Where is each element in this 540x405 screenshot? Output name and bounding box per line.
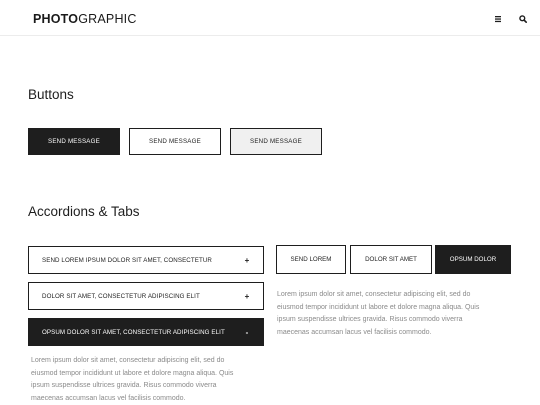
accordion-text-line: ipsum suspendisse ultrices gravida. Risu… — [31, 382, 217, 389]
buttons-section-title: Buttons — [28, 87, 74, 102]
tab-send-lorem[interactable]: SEND LOREM — [276, 245, 346, 274]
accordion-item-2-label: DOLOR SIT AMET, CONSECTETUR ADIPISCING E… — [42, 292, 200, 300]
accordion-item-1[interactable]: SEND LOREM IPSUM DOLOR SIT AMET, CONSECT… — [28, 246, 264, 274]
accordions-section-title: Accordions & Tabs — [28, 204, 140, 219]
tab-text-line: ipsum suspendisse ultrices gravida. Risu… — [277, 316, 463, 323]
hamburger-icon[interactable] — [492, 12, 504, 24]
send-message-button-dark[interactable]: SEND MESSAGE — [28, 128, 120, 155]
logo-light-text: GRAPHIC — [78, 12, 137, 26]
site-logo[interactable]: PHOTOGRAPHIC — [33, 12, 137, 26]
tab-text-line: Lorem ipsum dolor sit amet, consectetur … — [277, 291, 471, 298]
tab-text-line: eiusmod tempor incididunt ut labore et d… — [277, 303, 480, 311]
send-message-button-light[interactable]: SEND MESSAGE — [230, 128, 322, 155]
accordion-text-line: eiusmod tempor incididunt ut labore et d… — [31, 369, 234, 377]
accordion-item-2[interactable]: DOLOR SIT AMET, CONSECTETUR ADIPISCING E… — [28, 282, 264, 310]
accordion-item-3-label: OPSUM DOLOR SIT AMET, CONSECTETUR ADIPIS… — [42, 328, 225, 336]
tab-panel-text: Lorem ipsum dolor sit amet, consectetur … — [277, 289, 512, 339]
site-header: PHOTOGRAPHIC — [0, 0, 540, 36]
tab-dolor-sit-amet[interactable]: DOLOR SIT AMET — [350, 245, 432, 274]
tab-opsum-dolor[interactable]: OPSUM DOLOR — [435, 245, 511, 274]
minus-icon: - — [245, 327, 249, 337]
accordion-item-3[interactable]: OPSUM DOLOR SIT AMET, CONSECTETUR ADIPIS… — [28, 318, 264, 346]
logo-bold-text: PHOTO — [33, 12, 79, 26]
accordion-panel-text: Lorem ipsum dolor sit amet, consectetur … — [31, 355, 266, 405]
plus-icon: + — [244, 291, 250, 301]
send-message-button-outline[interactable]: SEND MESSAGE — [129, 128, 221, 155]
accordion-item-1-label: SEND LOREM IPSUM DOLOR SIT AMET, CONSECT… — [42, 256, 212, 264]
accordion-text-line: Lorem ipsum dolor sit amet, consectetur … — [31, 357, 225, 364]
tab-text-line: maecenas accumsan lacus vel facilisis co… — [277, 328, 432, 336]
plus-icon: + — [244, 255, 250, 265]
accordion-text-line: maecenas accumsan lacus vel facilisis co… — [31, 394, 186, 402]
search-icon[interactable] — [517, 12, 529, 24]
